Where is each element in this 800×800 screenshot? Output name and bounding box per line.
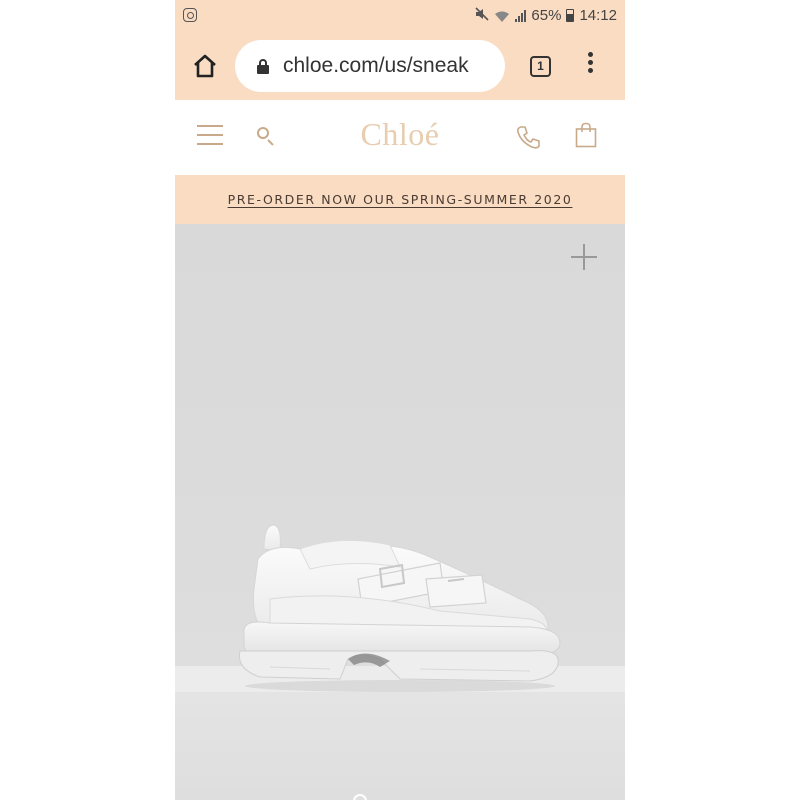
product-image[interactable] [175,224,625,800]
address-bar[interactable]: chloe.com/us/sneak [235,40,505,92]
carousel-indicator [353,794,453,800]
search-icon[interactable] [257,127,275,146]
status-bar: 65% 14:12 [175,0,625,32]
more-vert-icon[interactable] [583,52,597,80]
promo-banner[interactable]: PRE-ORDER NOW OUR SPRING-SUMMER 2020 [175,175,625,224]
battery-percent: 65% [531,7,562,24]
lock-icon [257,58,269,74]
instagram-icon [183,8,197,22]
wifi-icon [494,10,510,22]
home-icon [194,54,216,78]
mute-icon [475,7,489,24]
url-text[interactable]: chloe.com/us/sneak [283,54,469,78]
clock: 14:12 [579,7,617,24]
site-header: Chloé [175,100,625,175]
battery-icon [566,9,575,22]
status-indicators: 65% 14:12 [475,7,617,24]
shopping-bag-icon[interactable] [575,122,597,148]
phone-screen: 65% 14:12 chloe.com/us/sneak 1 Chloé PRE… [175,0,625,800]
browser-toolbar: chloe.com/us/sneak 1 [175,32,625,100]
sneaker-image [238,524,561,692]
plus-icon[interactable] [571,244,597,270]
hamburger-icon[interactable] [197,125,223,145]
shelf-face [175,692,625,800]
phone-icon[interactable] [515,124,541,150]
brand-logo[interactable]: Chloé [350,116,450,153]
tab-switcher-button[interactable]: 1 [530,56,551,77]
signal-icon [515,9,527,22]
home-button[interactable] [191,52,219,80]
promo-link[interactable]: PRE-ORDER NOW OUR SPRING-SUMMER 2020 [228,192,573,207]
